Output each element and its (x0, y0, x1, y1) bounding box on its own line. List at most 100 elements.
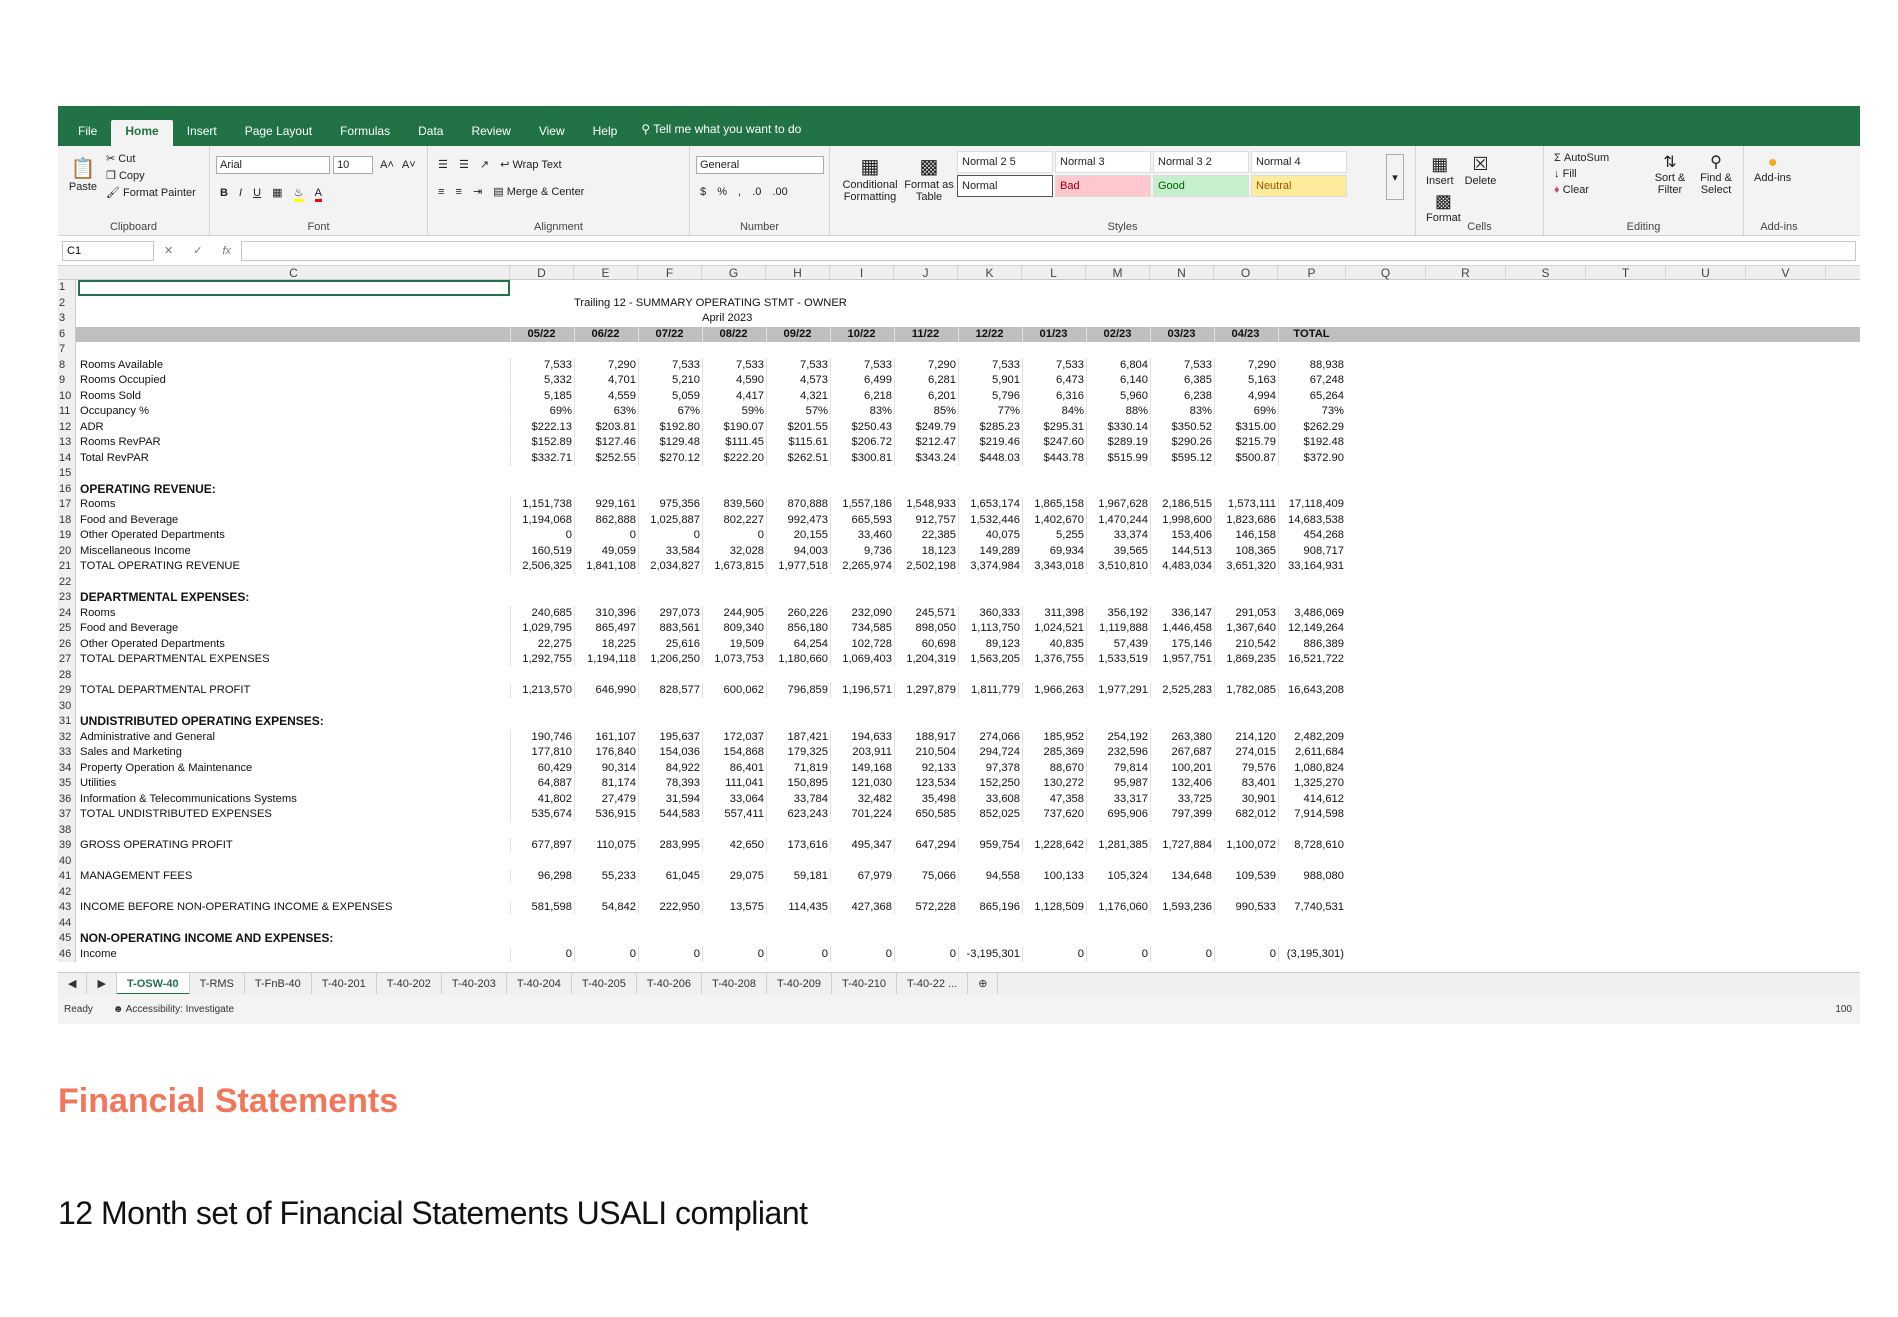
table-cell[interactable]: 1,563,205 (958, 652, 1022, 667)
column-header-w[interactable]: W (1826, 266, 1861, 280)
sheet-tab[interactable]: T-40-208 (702, 972, 767, 995)
table-cell[interactable]: $300.81 (830, 450, 894, 466)
table-cell[interactable]: 1,025,887 (638, 512, 702, 528)
row-number[interactable]: 29 (58, 683, 76, 699)
orientation-icon[interactable]: ↗ (480, 158, 489, 171)
table-cell[interactable]: -3,195,301 (958, 946, 1022, 962)
table-cell[interactable]: 33,164,931 (1278, 559, 1346, 574)
style-normal-3[interactable]: Normal 3 (1055, 151, 1151, 173)
table-cell[interactable]: 6,238 (1150, 388, 1214, 404)
table-cell[interactable]: 7,740,531 (1278, 900, 1346, 915)
row-number[interactable]: 18 (58, 512, 76, 528)
zoom-level[interactable]: 100 (1835, 1004, 1852, 1015)
table-cell[interactable]: 89,123 (958, 636, 1022, 652)
table-cell[interactable]: 1,325,270 (1278, 776, 1346, 791)
table-cell[interactable]: 1,080,824 (1278, 760, 1346, 776)
table-cell[interactable]: 898,050 (894, 621, 958, 636)
sheet-tab[interactable]: T-40-201 (312, 972, 377, 995)
table-cell[interactable]: 81,174 (574, 776, 638, 791)
sheet-tab[interactable]: T-40-206 (637, 972, 702, 995)
table-cell[interactable]: 40,075 (958, 528, 1022, 543)
table-cell[interactable]: 83% (1150, 404, 1214, 419)
table-cell[interactable]: 6,385 (1150, 373, 1214, 388)
table-cell[interactable]: 2,502,198 (894, 559, 958, 574)
table-cell[interactable]: 1,548,933 (894, 497, 958, 512)
table-cell[interactable]: 7,290 (1214, 357, 1278, 373)
row-number[interactable]: 23 (58, 590, 76, 606)
table-cell[interactable]: 5,960 (1086, 388, 1150, 404)
table-cell[interactable]: 33,374 (1086, 528, 1150, 543)
table-cell[interactable]: 100,133 (1022, 869, 1086, 884)
row-number[interactable]: 25 (58, 621, 76, 637)
fill-color-icon[interactable]: ♨ (293, 186, 304, 202)
row-label[interactable]: MANAGEMENT FEES (78, 869, 510, 884)
table-cell[interactable]: 22,275 (510, 636, 574, 652)
table-cell[interactable]: 60,429 (510, 760, 574, 776)
table-cell[interactable]: 682,012 (1214, 807, 1278, 822)
table-cell[interactable]: 734,585 (830, 621, 894, 636)
table-cell[interactable]: 311,398 (1022, 605, 1086, 621)
table-cell[interactable]: 108,365 (1214, 543, 1278, 559)
table-cell[interactable]: 94,003 (766, 543, 830, 559)
table-cell[interactable]: 146,158 (1214, 528, 1278, 543)
table-cell[interactable]: 17,118,409 (1278, 497, 1346, 512)
table-cell[interactable]: 5,901 (958, 373, 1022, 388)
sheet-tab[interactable]: T-40-205 (572, 972, 637, 995)
table-cell[interactable]: 144,513 (1150, 543, 1214, 559)
table-cell[interactable]: 4,559 (574, 388, 638, 404)
row-label[interactable]: Rooms Available (78, 358, 510, 373)
tab-data[interactable]: Data (404, 120, 457, 146)
table-cell[interactable]: 67,979 (830, 869, 894, 884)
table-cell[interactable]: $115.61 (766, 435, 830, 450)
table-cell[interactable]: 32,482 (830, 791, 894, 807)
table-cell[interactable]: 214,120 (1214, 729, 1278, 745)
row-number[interactable]: 1 (58, 280, 76, 296)
table-cell[interactable]: 245,571 (894, 605, 958, 621)
table-cell[interactable]: 6,218 (830, 388, 894, 404)
table-cell[interactable]: 7,533 (510, 357, 574, 373)
table-cell[interactable]: 291,053 (1214, 605, 1278, 621)
table-cell[interactable]: 0 (638, 528, 702, 543)
table-cell[interactable]: 88% (1086, 404, 1150, 419)
table-cell[interactable]: 175,146 (1150, 636, 1214, 652)
row-number[interactable]: 31 (58, 714, 76, 730)
table-cell[interactable]: 84% (1022, 404, 1086, 419)
table-cell[interactable]: 88,670 (1022, 760, 1086, 776)
table-cell[interactable]: $315.00 (1214, 419, 1278, 435)
table-cell[interactable]: 912,757 (894, 512, 958, 528)
row-label[interactable]: Rooms Sold (78, 389, 510, 404)
table-cell[interactable]: 210,504 (894, 745, 958, 760)
insert-cells-button[interactable]: ▦ Insert (1426, 154, 1454, 187)
table-cell[interactable]: 73% (1278, 404, 1346, 419)
style-normal-2-5[interactable]: Normal 2 5 (957, 151, 1053, 173)
table-cell[interactable]: 54,842 (574, 900, 638, 915)
row-number[interactable]: 46 (58, 946, 76, 962)
month-header[interactable]: 11/22 (894, 326, 958, 342)
row-number[interactable]: 33 (58, 745, 76, 761)
table-cell[interactable]: 865,497 (574, 621, 638, 636)
table-cell[interactable]: $289.19 (1086, 435, 1150, 450)
table-cell[interactable]: 1,823,686 (1214, 512, 1278, 528)
table-cell[interactable]: 650,585 (894, 807, 958, 822)
table-cell[interactable]: 83,401 (1214, 776, 1278, 791)
fill-button[interactable]: ↓ Fill (1554, 168, 1577, 180)
table-cell[interactable]: 59% (702, 404, 766, 419)
table-cell[interactable]: 7,533 (766, 357, 830, 373)
column-header-p[interactable]: P (1278, 266, 1346, 280)
table-cell[interactable]: 20,155 (766, 528, 830, 543)
table-cell[interactable]: $595.12 (1150, 450, 1214, 466)
column-header-s[interactable]: S (1506, 266, 1586, 280)
worksheet-grid[interactable]: CDEFGHIJKLMNOPQRSTUVW 12 Trailing 12 - SU… (58, 266, 1860, 966)
table-cell[interactable]: $215.79 (1214, 435, 1278, 450)
table-cell[interactable]: 3,343,018 (1022, 559, 1086, 574)
table-cell[interactable]: 0 (702, 528, 766, 543)
table-cell[interactable]: 188,917 (894, 729, 958, 745)
comma-icon[interactable]: , (738, 186, 741, 198)
borders-icon[interactable]: ▦ (272, 186, 282, 199)
row-label[interactable]: Rooms Occupied (78, 373, 510, 388)
table-cell[interactable]: 240,685 (510, 605, 574, 621)
cancel-icon[interactable]: ✕ (164, 244, 173, 257)
font-size-select[interactable]: 10 (333, 156, 374, 174)
table-cell[interactable]: 6,473 (1022, 373, 1086, 388)
table-cell[interactable]: 839,560 (702, 497, 766, 512)
